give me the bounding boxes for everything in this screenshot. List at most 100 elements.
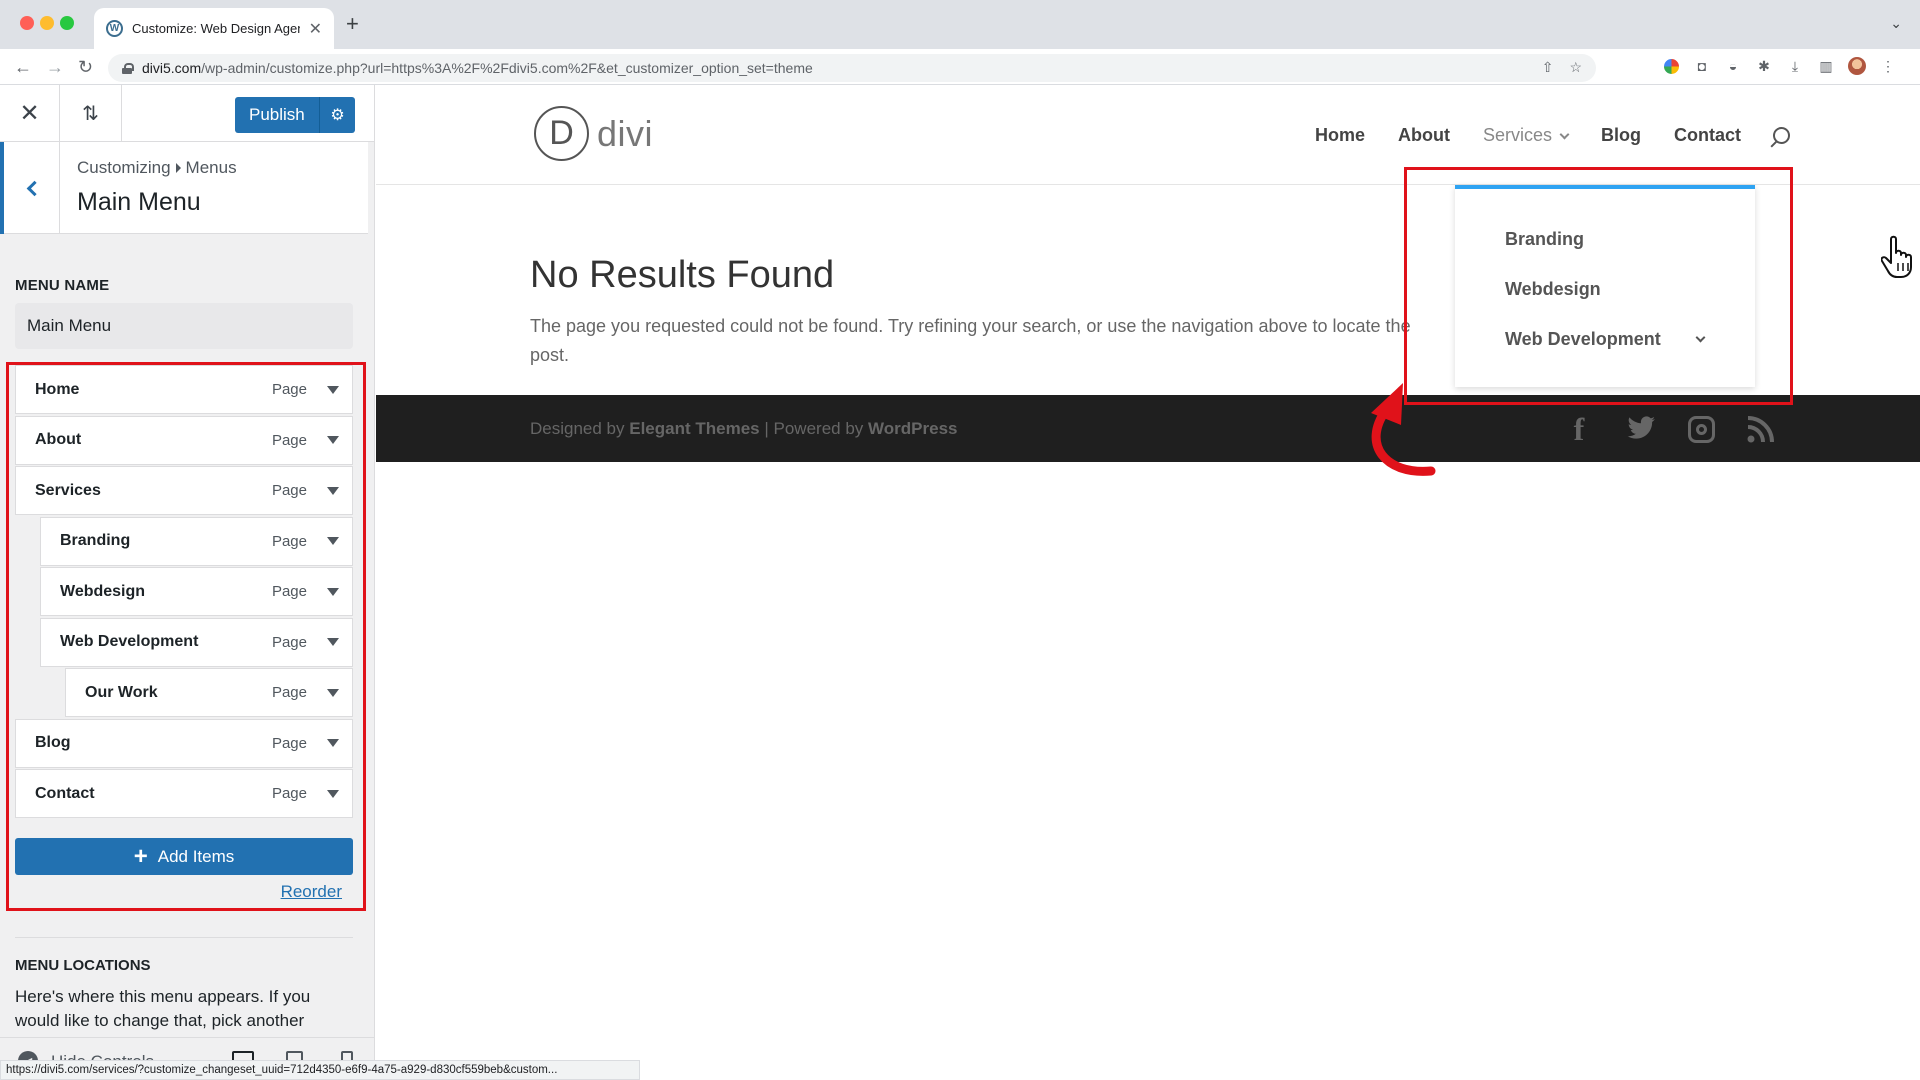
- page-message: The page you requested could not be foun…: [530, 316, 1411, 365]
- kebab-menu-icon[interactable]: ⋮: [1879, 57, 1897, 75]
- menu-item-type: Page: [271, 583, 307, 600]
- menu-item-row[interactable]: Home Page: [15, 365, 353, 414]
- menu-item-title: About: [35, 431, 82, 448]
- chevron-down-icon: [1559, 129, 1570, 140]
- menu-item-row[interactable]: Contact Page: [15, 769, 353, 818]
- browser-tab-bar: W Customize: Web Design Agenc ✕ + ⌄: [0, 0, 1920, 49]
- browser-tab[interactable]: W Customize: Web Design Agenc ✕: [94, 8, 334, 49]
- plus-icon: +: [133, 842, 148, 870]
- window-close-button[interactable]: [20, 16, 34, 30]
- site-logo[interactable]: D divi: [534, 106, 653, 161]
- site-preview: D divi Home About Services Blog Contact …: [376, 85, 1920, 1080]
- dropdown-arrow-icon[interactable]: [327, 436, 339, 444]
- menu-item-row[interactable]: Services Page: [15, 466, 353, 515]
- facebook-icon[interactable]: f: [1564, 411, 1594, 447]
- puzzle-icon[interactable]: ✱: [1755, 57, 1773, 75]
- menu-item-type: Page: [271, 381, 307, 398]
- dropdown-arrow-icon[interactable]: [327, 688, 339, 697]
- download-icon[interactable]: ⤓: [1786, 57, 1804, 75]
- mask-icon[interactable]: ◒: [1724, 57, 1742, 75]
- menu-item-row[interactable]: About Page: [15, 415, 353, 465]
- instagram-icon[interactable]: [1688, 415, 1715, 443]
- nav-contact[interactable]: Contact: [1674, 125, 1741, 146]
- menu-item-type: Page: [271, 431, 307, 449]
- menu-item-row[interactable]: Blog Page: [15, 718, 353, 768]
- sort-icon[interactable]: ⇅: [60, 85, 122, 142]
- nav-blog[interactable]: Blog: [1601, 125, 1641, 146]
- dropdown-arrow-icon[interactable]: [327, 638, 339, 646]
- menu-item-title: Services: [35, 481, 101, 499]
- forward-arrow-icon[interactable]: →: [46, 55, 64, 79]
- nav-about[interactable]: About: [1398, 125, 1450, 146]
- dropdown-arrow-icon[interactable]: [327, 789, 339, 798]
- wordpress-icon: W: [106, 20, 123, 37]
- tab-close-icon[interactable]: ✕: [309, 19, 322, 39]
- bookmark-star-icon[interactable]: ☆: [1569, 59, 1582, 76]
- pointer-hand-icon: [1881, 235, 1912, 278]
- chevron-down-icon[interactable]: ⌄: [1890, 15, 1902, 32]
- menu-item-type: Page: [271, 482, 307, 499]
- menu-item-type: Page: [271, 633, 307, 651]
- gear-icon[interactable]: ⚙: [319, 97, 355, 133]
- dropdown-arrow-icon[interactable]: [327, 587, 339, 596]
- nav-home[interactable]: Home: [1315, 125, 1365, 146]
- menu-item-title: Home: [35, 380, 80, 398]
- menu-locations-label: MENU LOCATIONS: [15, 957, 151, 974]
- back-arrow-icon[interactable]: ←: [14, 55, 32, 79]
- curved-arrow-icon: [1371, 383, 1436, 476]
- nav-services[interactable]: Services: [1483, 125, 1570, 146]
- color-extension-icon[interactable]: [1662, 57, 1680, 75]
- menu-item-row[interactable]: Webdesign Page: [40, 567, 353, 616]
- rss-icon[interactable]: [1747, 415, 1775, 443]
- close-icon[interactable]: ✕: [0, 85, 60, 142]
- twitter-icon[interactable]: [1626, 416, 1656, 442]
- status-bar-url: https://divi5.com/services/?customize_ch…: [0, 1060, 640, 1080]
- avatar[interactable]: [1848, 57, 1866, 75]
- section-heading: Main Menu: [77, 188, 201, 216]
- customizer-sidebar: ✕ ⇅ Publish ⚙ Customizing Menus Main Men…: [0, 85, 375, 1080]
- window-maximize-button[interactable]: [60, 16, 74, 30]
- menu-item-row[interactable]: Our Work Page: [65, 668, 353, 717]
- add-items-button[interactable]: + Add Items: [15, 838, 353, 875]
- menu-item-type: Page: [271, 734, 307, 752]
- back-chevron-icon: [26, 180, 42, 196]
- menu-item-type: Page: [271, 532, 307, 550]
- camera-icon[interactable]: ◘: [1693, 57, 1711, 75]
- footer-designer-link[interactable]: Elegant Themes: [629, 419, 759, 438]
- dropdown-highlight: [1404, 167, 1793, 405]
- address-bar[interactable]: divi5.com/wp-admin/customize.php?url=htt…: [108, 54, 1596, 82]
- footer-credits: Designed by Elegant Themes | Powered by …: [530, 419, 958, 438]
- reload-icon[interactable]: ↻: [78, 55, 93, 79]
- menu-item-title: Blog: [35, 734, 71, 751]
- reorder-link[interactable]: Reorder: [281, 882, 342, 902]
- window-minimize-button[interactable]: [40, 16, 54, 30]
- back-button[interactable]: [0, 142, 60, 234]
- menu-item-title: Webdesign: [60, 582, 146, 600]
- section-title: Customizing Menus Main Menu: [0, 142, 368, 234]
- social-icons: f: [1564, 411, 1775, 447]
- site-footer: Designed by Elegant Themes | Powered by …: [376, 395, 1920, 462]
- menu-name-input[interactable]: Main Menu: [15, 303, 353, 349]
- sidepanel-icon[interactable]: ▥: [1817, 57, 1835, 75]
- menu-item-title: Our Work: [85, 683, 158, 701]
- menu-item-type: Page: [271, 684, 307, 701]
- menu-item-row[interactable]: Branding Page: [40, 516, 353, 566]
- url-text: divi5.com/wp-admin/customize.php?url=htt…: [142, 60, 813, 76]
- search-icon[interactable]: [1773, 127, 1790, 144]
- tab-title: Customize: Web Design Agenc: [132, 21, 300, 36]
- lock-icon: [122, 62, 134, 74]
- dropdown-arrow-icon[interactable]: [327, 486, 339, 495]
- dropdown-arrow-icon[interactable]: [327, 537, 339, 545]
- publish-button[interactable]: Publish ⚙: [235, 97, 355, 133]
- menu-item-title: Branding: [60, 532, 131, 549]
- share-icon[interactable]: ⇧: [1542, 59, 1554, 76]
- menu-item-title: Contact: [35, 784, 95, 802]
- dropdown-arrow-icon[interactable]: [327, 739, 339, 747]
- new-tab-icon[interactable]: +: [346, 13, 359, 35]
- divider: [15, 937, 353, 938]
- menu-item-row[interactable]: Web Development Page: [40, 617, 353, 667]
- menu-item-type: Page: [271, 785, 307, 802]
- dropdown-arrow-icon[interactable]: [327, 385, 339, 394]
- menu-locations-description: Here's where this menu appears. If you w…: [15, 987, 311, 1030]
- footer-platform-link[interactable]: WordPress: [868, 419, 957, 438]
